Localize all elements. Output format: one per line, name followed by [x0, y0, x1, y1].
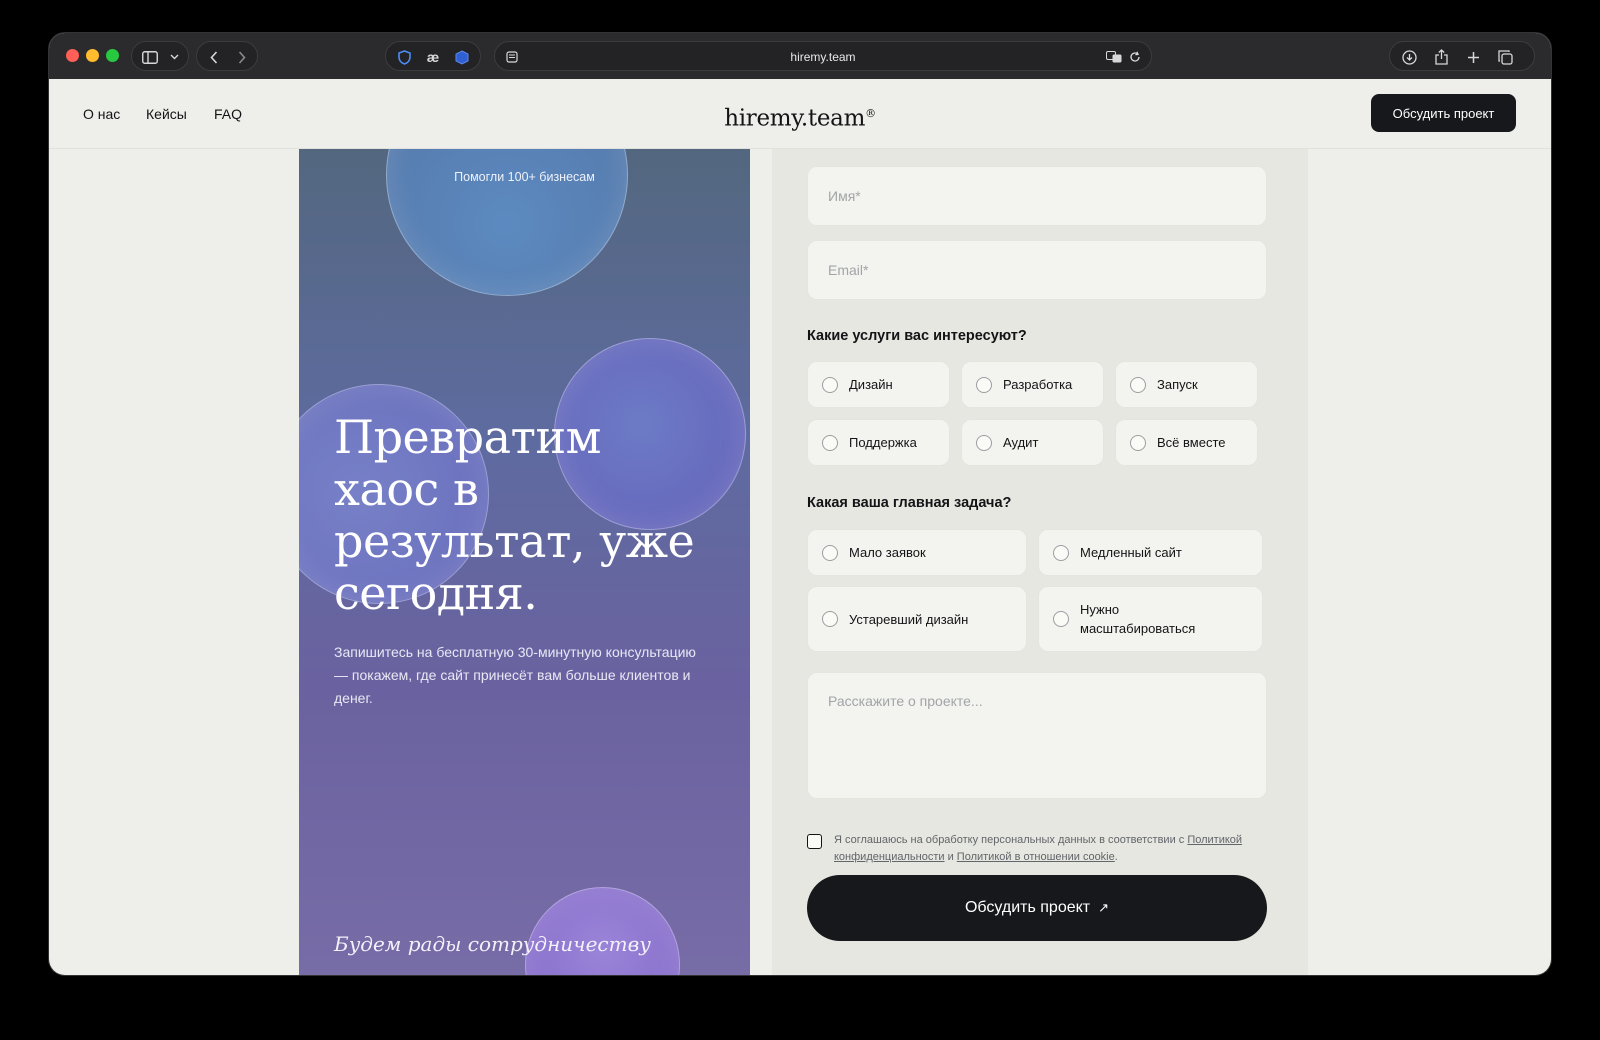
consent-suffix: . — [1114, 851, 1118, 863]
registered-mark: ® — [865, 107, 876, 120]
service-option-design[interactable]: Дизайн — [807, 361, 950, 408]
new-tab-icon[interactable] — [1458, 42, 1488, 72]
consent-prefix: Я соглашаюсь на обработку персональных д… — [834, 834, 1188, 846]
extensions-group: æ — [385, 41, 481, 71]
header-discuss-project-button[interactable]: Обсудить проект — [1371, 94, 1516, 132]
option-label: Устаревший дизайн — [849, 611, 969, 627]
consent-checkbox[interactable] — [807, 834, 822, 849]
name-field[interactable] — [807, 166, 1267, 226]
radio-icon[interactable] — [976, 434, 992, 451]
submit-label: Обсудить проект — [964, 899, 1091, 916]
hero-footer-text: Будем рады сотрудничеству — [334, 932, 651, 956]
service-option-support[interactable]: Поддержка — [807, 419, 950, 466]
zoom-window-button[interactable] — [106, 49, 119, 62]
radio-icon[interactable] — [822, 611, 838, 627]
hero-card: Помогли 100+ бизнесам Превратим хаос в р… — [299, 149, 750, 975]
toolbar-actions-group — [1389, 41, 1535, 71]
decorative-bubble — [525, 887, 680, 975]
share-icon[interactable] — [1426, 42, 1456, 72]
task-option-scale[interactable]: Нужно масштабироваться — [1038, 586, 1263, 652]
browser-window: æ hiremy.team О нас Кейсы FAQ hiremy.tea… — [49, 33, 1551, 975]
close-window-button[interactable] — [66, 49, 79, 62]
option-label: Нужно масштабироваться — [1080, 602, 1196, 636]
email-field[interactable] — [807, 240, 1267, 300]
option-label: Разработка — [1003, 377, 1073, 392]
radio-icon[interactable] — [1130, 434, 1146, 451]
task-option-few-leads[interactable]: Мало заявок — [807, 529, 1027, 576]
reload-icon[interactable] — [1125, 42, 1145, 72]
arrow-up-right-icon: ↗ — [1098, 900, 1110, 915]
shield-extension-icon[interactable] — [390, 42, 418, 72]
project-description-field[interactable] — [807, 672, 1267, 799]
option-label: Аудит — [1003, 435, 1039, 450]
translate-icon[interactable] — [1103, 42, 1125, 72]
sidebar-icon[interactable] — [138, 42, 162, 72]
option-label: Всё вместе — [1157, 435, 1226, 450]
consent-and: и — [944, 851, 957, 863]
hero-title: Превратим хаос в результат, уже сегодня. — [334, 410, 695, 620]
radio-icon[interactable] — [822, 544, 838, 561]
minimize-window-button[interactable] — [86, 49, 99, 62]
hero-tagline: Помогли 100+ бизнесам — [454, 170, 595, 184]
option-label: Поддержка — [849, 435, 917, 450]
site-logo[interactable]: hiremy.team® — [49, 79, 1551, 154]
task-option-outdated-design[interactable]: Устаревший дизайн — [807, 586, 1027, 652]
option-label: Медленный сайт — [1080, 545, 1182, 560]
radio-icon[interactable] — [1053, 544, 1069, 561]
address-bar[interactable]: hiremy.team — [494, 41, 1152, 71]
sidebar-toggle-group — [131, 41, 189, 71]
hero-subtitle: Запишитесь на бесплатную 30-минутную кон… — [334, 644, 696, 706]
logo-text: hiremy.team — [724, 105, 866, 132]
tabs-overview-icon[interactable] — [1490, 42, 1520, 72]
radio-icon[interactable] — [1130, 376, 1146, 393]
cube-extension-icon[interactable] — [448, 42, 476, 72]
back-icon[interactable] — [201, 42, 227, 72]
consent-text: Я соглашаюсь на обработку персональных д… — [834, 832, 1264, 866]
download-icon[interactable] — [1394, 42, 1424, 72]
service-option-launch[interactable]: Запуск — [1115, 361, 1258, 408]
task-option-slow-site[interactable]: Медленный сайт — [1038, 529, 1263, 576]
ae-extension-icon[interactable]: æ — [419, 42, 447, 72]
option-label: Мало заявок — [849, 545, 926, 560]
forward-icon[interactable] — [229, 42, 255, 72]
service-option-audit[interactable]: Аудит — [961, 419, 1104, 466]
option-label: Запуск — [1157, 377, 1198, 392]
service-option-development[interactable]: Разработка — [961, 361, 1104, 408]
chevron-down-icon[interactable] — [164, 42, 184, 72]
contact-form: Какие услуги вас интересуют? Дизайн Разр… — [772, 149, 1308, 975]
services-question: Какие услуги вас интересуют? — [807, 328, 1027, 344]
radio-icon[interactable] — [822, 376, 838, 393]
url-text: hiremy.team — [790, 50, 856, 64]
radio-icon[interactable] — [822, 434, 838, 451]
task-question: Какая ваша главная задача? — [807, 495, 1012, 511]
service-option-all[interactable]: Всё вместе — [1115, 419, 1258, 466]
radio-icon[interactable] — [976, 376, 992, 393]
radio-icon[interactable] — [1053, 611, 1069, 627]
cookie-policy-link[interactable]: Политикой в отношении cookie — [957, 851, 1115, 863]
option-label: Дизайн — [849, 377, 893, 392]
site-header: О нас Кейсы FAQ hiremy.team® Обсудить пр… — [49, 79, 1551, 149]
submit-discuss-project-button[interactable]: Обсудить проект ↗ — [807, 875, 1267, 941]
browser-toolbar: æ hiremy.team — [49, 33, 1551, 79]
history-nav-group — [196, 41, 258, 71]
